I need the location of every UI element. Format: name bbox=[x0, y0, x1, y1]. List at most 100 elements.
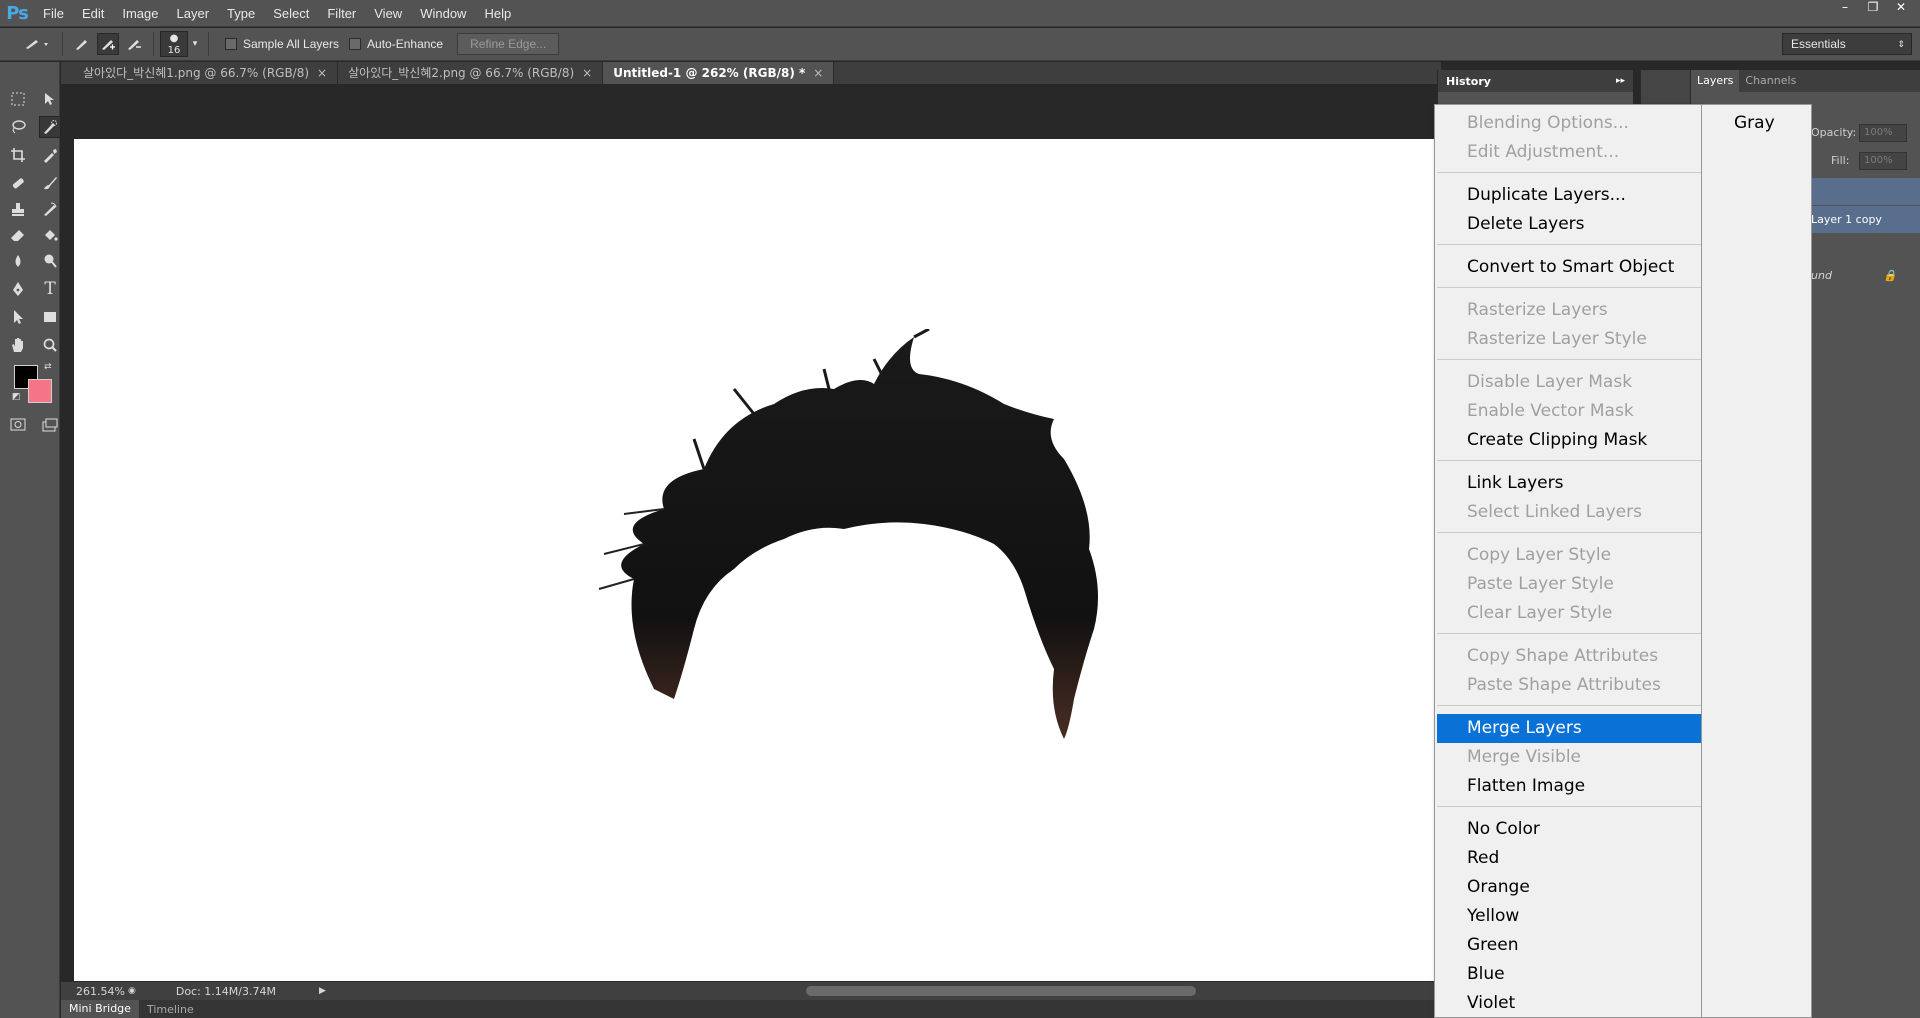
panel-menu-icon[interactable]: ▸▸ bbox=[1616, 76, 1625, 86]
menu-item-delete-layers[interactable]: Delete Layers bbox=[1437, 210, 1701, 239]
doc-tab-1[interactable]: 살아있다_박신혜1.png @ 66.7% (RGB/8) × bbox=[61, 62, 339, 84]
fill-field[interactable]: 100% bbox=[1859, 152, 1907, 170]
hand-tool-icon[interactable] bbox=[7, 334, 29, 356]
chevron-down-icon[interactable]: ▾ bbox=[190, 33, 200, 55]
menu-layer[interactable]: Layer bbox=[168, 0, 219, 27]
brush-tool-icon[interactable] bbox=[39, 172, 61, 194]
menu-select[interactable]: Select bbox=[264, 0, 318, 27]
sample-all-layers-checkbox[interactable]: Sample All Layers bbox=[225, 37, 339, 51]
menu-item-gray[interactable]: Gray bbox=[1702, 109, 1812, 137]
crop-tool-icon[interactable] bbox=[7, 144, 29, 166]
play-icon[interactable]: ▶ bbox=[319, 986, 326, 996]
quick-selection-tool-icon[interactable] bbox=[39, 116, 61, 138]
menu-type[interactable]: Type bbox=[218, 0, 264, 27]
layers-panel-header: Layers Channels bbox=[1691, 70, 1920, 92]
type-tool-icon[interactable]: T bbox=[39, 278, 61, 300]
clone-stamp-tool-icon[interactable] bbox=[7, 198, 29, 220]
menu-filter[interactable]: Filter bbox=[318, 0, 365, 27]
workspace-select[interactable]: Essentials ⇕ bbox=[1782, 33, 1912, 55]
menu-item-rasterize-layers[interactable]: Rasterize Layers bbox=[1437, 296, 1701, 325]
menu-item-violet[interactable]: Violet bbox=[1437, 989, 1701, 1018]
menu-item-orange[interactable]: Orange bbox=[1437, 873, 1701, 902]
default-colors-icon[interactable]: ◩ bbox=[12, 392, 21, 402]
add-to-selection-brush-icon[interactable] bbox=[97, 33, 119, 55]
menu-item-merge-visible[interactable]: Merge Visible bbox=[1437, 743, 1701, 772]
zoom-tool-icon[interactable] bbox=[39, 334, 61, 356]
new-selection-brush-icon[interactable] bbox=[71, 33, 93, 55]
menu-item-paste-shape-attributes[interactable]: Paste Shape Attributes bbox=[1437, 671, 1701, 700]
menu-item-flatten-image[interactable]: Flatten Image bbox=[1437, 772, 1701, 801]
menu-item-blending-options[interactable]: Blending Options... bbox=[1437, 109, 1701, 138]
dodge-tool-icon[interactable] bbox=[39, 250, 61, 272]
checkbox-box[interactable] bbox=[349, 38, 362, 50]
background-color-swatch[interactable] bbox=[28, 379, 52, 403]
close-window-button[interactable]: ✕ bbox=[1888, 0, 1914, 17]
horizontal-scrollbar[interactable] bbox=[806, 986, 1196, 996]
doc-tab-2[interactable]: 살아있다_박신혜2.png @ 66.7% (RGB/8) × bbox=[338, 62, 604, 84]
menu-item-disable-layer-mask[interactable]: Disable Layer Mask bbox=[1437, 368, 1701, 397]
menu-edit[interactable]: Edit bbox=[73, 0, 113, 27]
close-icon[interactable]: × bbox=[317, 62, 327, 84]
menu-item-no-color[interactable]: No Color bbox=[1437, 815, 1701, 844]
menu-item-enable-vector-mask[interactable]: Enable Vector Mask bbox=[1437, 397, 1701, 426]
menu-item-merge-layers[interactable]: Merge Layers bbox=[1437, 714, 1701, 743]
menu-help[interactable]: Help bbox=[475, 0, 520, 27]
menu-item-paste-layer-style[interactable]: Paste Layer Style bbox=[1437, 570, 1701, 599]
screen-mode-icon[interactable] bbox=[39, 414, 61, 436]
close-icon[interactable]: × bbox=[813, 62, 823, 84]
tab-layers[interactable]: Layers bbox=[1691, 70, 1740, 92]
history-brush-tool-icon[interactable] bbox=[39, 198, 61, 220]
menu-view[interactable]: View bbox=[365, 0, 411, 27]
pen-tool-icon[interactable] bbox=[7, 278, 29, 300]
close-icon[interactable]: × bbox=[582, 62, 592, 84]
refine-edge-button[interactable]: Refine Edge... bbox=[457, 33, 560, 55]
menu-item-convert-to-smart-object[interactable]: Convert to Smart Object bbox=[1437, 253, 1701, 282]
move-tool-icon[interactable] bbox=[39, 88, 61, 110]
opacity-field[interactable]: 100% bbox=[1859, 124, 1907, 142]
menu-item-select-linked-layers[interactable]: Select Linked Layers bbox=[1437, 498, 1701, 527]
menu-item-copy-shape-attributes[interactable]: Copy Shape Attributes bbox=[1437, 642, 1701, 671]
menu-item-link-layers[interactable]: Link Layers bbox=[1437, 469, 1701, 498]
rectangle-tool-icon[interactable] bbox=[39, 306, 61, 328]
tool-preset-picker[interactable] bbox=[20, 33, 54, 55]
doc-tab-3[interactable]: Untitled-1 @ 262% (RGB/8) * × bbox=[603, 62, 835, 84]
restore-button[interactable]: ❐ bbox=[1860, 0, 1886, 17]
menu-item-edit-adjustment[interactable]: Edit Adjustment... bbox=[1437, 138, 1701, 167]
history-title[interactable]: History bbox=[1446, 75, 1491, 88]
auto-enhance-checkbox[interactable]: Auto-Enhance bbox=[349, 37, 443, 51]
menu-image[interactable]: Image bbox=[113, 0, 167, 27]
menu-item-rasterize-layer-style[interactable]: Rasterize Layer Style bbox=[1437, 325, 1701, 354]
subtract-from-selection-brush-icon[interactable] bbox=[123, 33, 145, 55]
quick-mask-icon[interactable] bbox=[7, 414, 29, 436]
status-info-icon[interactable]: ◉ bbox=[128, 986, 136, 996]
menu-item-green[interactable]: Green bbox=[1437, 931, 1701, 960]
menu-item-yellow[interactable]: Yellow bbox=[1437, 902, 1701, 931]
marquee-tool-icon[interactable] bbox=[7, 88, 29, 110]
lasso-tool-icon[interactable] bbox=[7, 116, 29, 138]
tab-timeline[interactable]: Timeline bbox=[139, 1003, 202, 1016]
tab-mini-bridge[interactable]: Mini Bridge bbox=[61, 1000, 139, 1018]
eraser-tool-icon[interactable] bbox=[7, 224, 29, 246]
path-selection-tool-icon[interactable] bbox=[7, 306, 29, 328]
menu-item-copy-layer-style[interactable]: Copy Layer Style bbox=[1437, 541, 1701, 570]
tab-channels[interactable]: Channels bbox=[1739, 70, 1802, 92]
blur-tool-icon[interactable] bbox=[7, 250, 29, 272]
menu-item-clear-layer-style[interactable]: Clear Layer Style bbox=[1437, 599, 1701, 628]
options-bar: ● 16 ▾ Sample All Layers Auto-Enhance Re… bbox=[0, 28, 1920, 61]
menu-item-create-clipping-mask[interactable]: Create Clipping Mask bbox=[1437, 426, 1701, 455]
menu-item-duplicate-layers[interactable]: Duplicate Layers... bbox=[1437, 181, 1701, 210]
checkbox-box[interactable] bbox=[225, 38, 237, 50]
eyedropper-tool-icon[interactable] bbox=[39, 144, 61, 166]
menu-window[interactable]: Window bbox=[411, 0, 475, 27]
zoom-level[interactable]: 261.54% bbox=[61, 985, 125, 998]
paint-bucket-tool-icon[interactable] bbox=[39, 224, 61, 246]
healing-brush-tool-icon[interactable] bbox=[7, 172, 29, 194]
menu-file[interactable]: File bbox=[34, 0, 73, 27]
minimize-button[interactable]: – bbox=[1832, 0, 1858, 17]
brush-size-picker[interactable]: ● 16 bbox=[160, 31, 188, 57]
swap-colors-icon[interactable]: ⇄ bbox=[44, 362, 52, 372]
workspace-label: Essentials bbox=[1791, 37, 1846, 51]
menu-item-blue[interactable]: Blue bbox=[1437, 960, 1701, 989]
menu-item-red[interactable]: Red bbox=[1437, 844, 1701, 873]
document-canvas[interactable] bbox=[74, 139, 1437, 981]
